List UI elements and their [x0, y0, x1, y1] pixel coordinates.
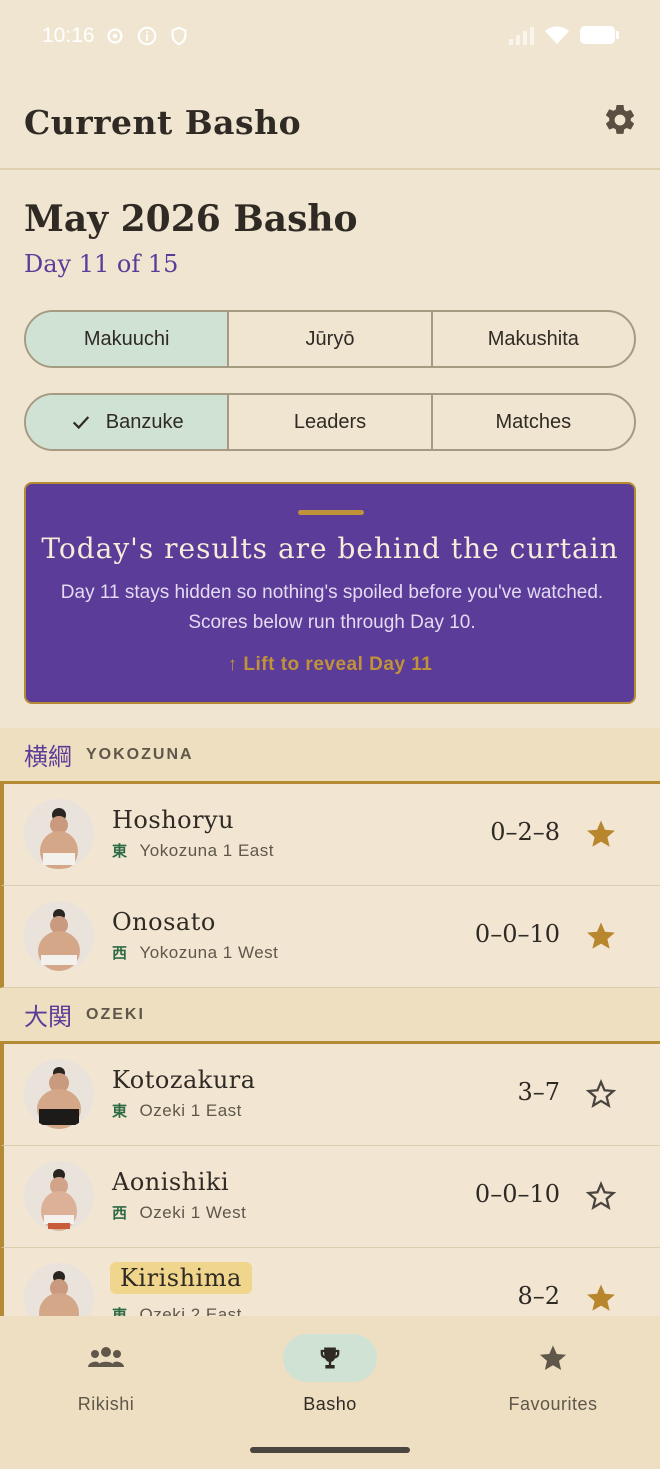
- nav-basho[interactable]: Basho: [230, 1334, 430, 1415]
- nav-label: Favourites: [508, 1394, 598, 1414]
- star-filled-icon[interactable]: [584, 1281, 618, 1315]
- rikishi-rank: 西 Ozeki 1 West: [112, 1202, 246, 1223]
- avatar: [24, 1059, 94, 1129]
- trophy-icon: [320, 1347, 340, 1369]
- rank-kanji: 横綱: [24, 743, 72, 771]
- view-banzuke-label: Banzuke: [105, 410, 184, 433]
- division-juryo[interactable]: Jūryō: [227, 312, 430, 366]
- rikishi-name: Kirishima: [110, 1262, 252, 1294]
- rikishi-name: Hoshoryu: [112, 806, 235, 834]
- side-kanji: 西: [112, 944, 128, 962]
- rikishi-name: Onosato: [112, 908, 216, 936]
- rikishi-row-hoshoryu[interactable]: Hoshoryu 東 Yokozuna 1 East 0–2–8: [0, 784, 660, 886]
- view-selector: Banzuke Leaders Matches: [24, 393, 636, 451]
- avatar: [24, 901, 94, 971]
- side-kanji: 西: [112, 1204, 128, 1222]
- rikishi-name: Aonishiki: [112, 1168, 230, 1196]
- rank-label: Ozeki 1 West: [139, 1202, 247, 1222]
- home-indicator: [250, 1447, 410, 1453]
- reveal-button[interactable]: ↑ Lift to reveal Day 11: [26, 654, 634, 676]
- rank-label: Yokozuna 1 East: [139, 840, 274, 860]
- people-icon: [88, 1347, 124, 1367]
- curtain-body: Day 11 stays hidden so nothing's spoiled…: [60, 582, 604, 633]
- check-icon: [72, 416, 89, 430]
- star-outline-icon[interactable]: [584, 1077, 618, 1111]
- settings-status-icon: [107, 28, 123, 44]
- rikishi-rank: 西 Yokozuna 1 West: [112, 942, 278, 963]
- app-bar: Current Basho: [0, 74, 660, 170]
- rikishi-rank: 東 Ozeki 1 East: [112, 1100, 242, 1121]
- basho-title: May 2026 Basho: [24, 198, 358, 240]
- curtain-title: Today's results are behind the curtain: [41, 532, 619, 565]
- rikishi-record: 0–0–10: [474, 920, 560, 948]
- shield-status-icon: [171, 26, 187, 46]
- rank-label: Yokozuna 1 West: [139, 942, 279, 962]
- view-matches[interactable]: Matches: [430, 395, 634, 449]
- side-kanji: 東: [112, 1102, 128, 1120]
- division-makushita[interactable]: Makushita: [430, 312, 634, 366]
- rank-header-ozeki: 大関 OZEKI: [0, 988, 660, 1044]
- nav-label: Basho: [303, 1394, 357, 1414]
- avatar: [24, 1263, 94, 1316]
- view-leaders[interactable]: Leaders: [227, 395, 430, 449]
- side-kanji: 東: [112, 1306, 128, 1316]
- wifi-icon: [545, 26, 569, 44]
- rank-name: YOKOZUNA: [86, 745, 194, 763]
- rank-label: Ozeki 2 East: [139, 1304, 242, 1317]
- rikishi-record: 0–2–8: [490, 818, 560, 846]
- banzuke-list[interactable]: 横綱 YOKOZUNA Hoshoryu 東 Yokozuna 1 East 0…: [0, 728, 660, 1316]
- nav-label: Rikishi: [77, 1394, 135, 1414]
- gear-icon: [605, 104, 635, 134]
- side-kanji: 東: [112, 842, 128, 860]
- basho-day: Day 11 of 15: [24, 250, 179, 278]
- star-filled-icon[interactable]: [584, 919, 618, 953]
- rikishi-rank: 東 Yokozuna 1 East: [112, 840, 274, 861]
- nav-favourites[interactable]: Favourites: [453, 1334, 653, 1415]
- rikishi-rank: 東 Ozeki 2 East: [112, 1304, 242, 1317]
- rikishi-name: Kotozakura: [112, 1066, 256, 1094]
- signal-icon: [509, 27, 534, 45]
- star-icon: [539, 1345, 567, 1370]
- info-status-icon: [137, 26, 157, 46]
- curtain-handle[interactable]: [298, 510, 364, 515]
- star-filled-icon[interactable]: [584, 817, 618, 851]
- battery-icon: [580, 26, 619, 44]
- rank-name: OZEKI: [86, 1005, 145, 1023]
- settings-button[interactable]: [602, 102, 638, 138]
- rikishi-row-aonishiki[interactable]: Aonishiki 西 Ozeki 1 West 0–0–10: [0, 1146, 660, 1248]
- view-banzuke[interactable]: Banzuke: [26, 395, 228, 449]
- division-makuuchi[interactable]: Makuuchi: [26, 312, 228, 366]
- status-bar: 10:16: [0, 0, 660, 74]
- rank-header-yokozuna: 横綱 YOKOZUNA: [0, 728, 660, 784]
- nav-rikishi[interactable]: Rikishi: [6, 1334, 206, 1415]
- page-title: Current Basho: [24, 103, 302, 142]
- curtain-banner: Today's results are behind the curtain D…: [24, 482, 636, 704]
- division-selector: Makuuchi Jūryō Makushita: [24, 310, 636, 368]
- rank-label: Ozeki 1 East: [139, 1100, 242, 1120]
- rikishi-record: 3–7: [517, 1078, 560, 1106]
- star-outline-icon[interactable]: [584, 1179, 618, 1213]
- rikishi-row-kotozakura[interactable]: Kotozakura 東 Ozeki 1 East 3–7: [0, 1044, 660, 1146]
- rikishi-row-onosato[interactable]: Onosato 西 Yokozuna 1 West 0–0–10: [0, 886, 660, 988]
- status-time: 10:16: [42, 24, 95, 47]
- rikishi-record: 0–0–10: [474, 1180, 560, 1208]
- rikishi-row-kirishima[interactable]: Kirishima 東 Ozeki 2 East 8–2: [0, 1248, 660, 1316]
- rikishi-record: 8–2: [517, 1282, 560, 1310]
- avatar: [24, 799, 94, 869]
- avatar: [24, 1161, 94, 1231]
- rank-kanji: 大関: [24, 1003, 72, 1031]
